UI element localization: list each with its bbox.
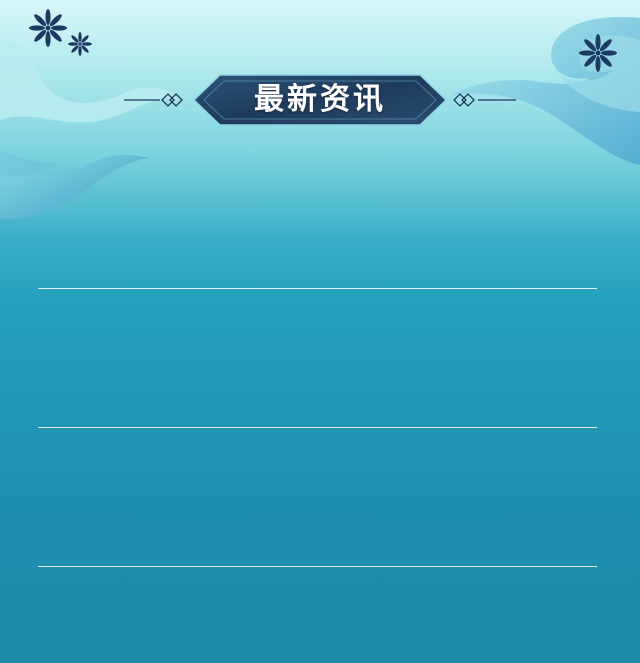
flower-icon <box>68 32 92 56</box>
flower-icon <box>29 9 67 47</box>
news-list <box>38 150 597 567</box>
diamond-ornament-icon <box>161 93 183 107</box>
news-list-item[interactable] <box>38 150 597 289</box>
header-title: 最新资讯 <box>254 82 386 117</box>
news-list-item[interactable] <box>38 289 597 428</box>
flower-icon <box>579 34 617 72</box>
section-header: 最新资讯 <box>120 72 520 128</box>
news-list-item[interactable] <box>38 428 597 567</box>
diamond-ornament-icon <box>453 93 475 107</box>
